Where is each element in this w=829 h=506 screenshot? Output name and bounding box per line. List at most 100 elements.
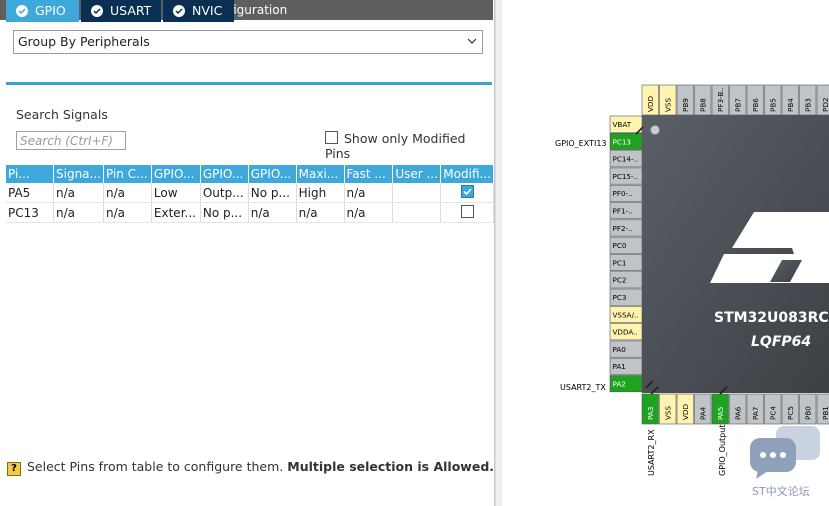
help-icon: ? (7, 462, 21, 476)
pin-label: PC4 (769, 406, 778, 420)
column-header-fast-mode[interactable]: Fast ... (344, 165, 394, 183)
column-header-signal[interactable]: Signa... (53, 165, 104, 183)
tab-underline (6, 82, 492, 85)
footer-bold-text: Multiple selection is Allowed. (287, 459, 495, 474)
pin-label: PA2 (613, 380, 626, 389)
cell: PC13 (6, 202, 54, 223)
show-modified-checkbox[interactable]: Show only Modified Pins (325, 131, 494, 161)
modified-checkbox-checked[interactable] (460, 184, 474, 198)
pin-label: PC15-.. (613, 172, 639, 181)
pin-label: VDD (681, 404, 690, 420)
panel-splitter[interactable] (495, 0, 502, 506)
check-circle-icon (91, 5, 103, 17)
column-header-max-speed[interactable]: Maxi... (296, 165, 345, 183)
pin-label: VSSA/.. (613, 310, 639, 319)
forum-watermark: ST中文论坛 (752, 485, 810, 498)
modified-cell (440, 183, 494, 203)
pin-label: PA5 (716, 407, 725, 420)
cell (392, 183, 442, 203)
pin-label: PF3-B.. (716, 87, 725, 112)
chip-package: LQFP64 (751, 334, 811, 350)
search-signals-label: Search Signals (16, 107, 108, 122)
pin-label: PB6 (751, 98, 760, 112)
pin-label: PF0-.. (613, 189, 633, 198)
pin-label: VBAT (613, 120, 632, 129)
check-circle-icon (16, 5, 28, 17)
signal-label-usart2-rx: USART2_RX (647, 429, 656, 476)
cell: PA5 (6, 183, 54, 203)
modified-checkbox-unchecked[interactable] (460, 204, 474, 218)
column-header-pin-context[interactable]: Pin C... (103, 165, 152, 183)
pin-label: PA7 (751, 407, 760, 420)
signal-label-usart2-tx: USART2_TX (560, 383, 606, 392)
column-header-modified[interactable]: Modifi... (440, 165, 494, 183)
configuration-panel: Configuration Group By Peripherals GPIO … (0, 0, 495, 506)
pin-label: PC14-.. (613, 155, 639, 164)
pinout-view: VBAT PC13 PC14-.. PC15-.. PF0-.. PF1-.. PF2-..… (502, 0, 829, 506)
pin-label: PF1-.. (613, 207, 633, 216)
pin-label: VSS (664, 406, 673, 420)
chip-name: STM32U083RC (714, 310, 829, 326)
tab-nvic[interactable]: NVIC (163, 0, 234, 22)
cell: Low (151, 183, 201, 203)
pin-label: PC0 (613, 241, 627, 250)
show-modified-label: Show only Modified Pins (325, 131, 466, 161)
pin-label: PF2-.. (613, 224, 633, 233)
pin-label: PD2 (821, 98, 829, 112)
pin-label: PA0 (613, 345, 627, 354)
pin-label: VDDA.. (613, 328, 638, 337)
pin-label: PB8 (699, 98, 708, 112)
table-row[interactable]: PA5 n/a n/a Low Outp... No p... High n/a (6, 183, 494, 203)
column-header-gpio-pull[interactable]: GPIO... (248, 165, 297, 183)
forum-chat-icon (750, 426, 820, 479)
footer-text: Select Pins from table to configure them… (27, 459, 288, 474)
cell: High (296, 183, 345, 203)
cell: n/a (103, 202, 152, 223)
column-header-gpio-mode[interactable]: GPIO... (200, 165, 249, 183)
table-row[interactable]: PC13 n/a n/a Exter... No p... n/a n/a n/… (6, 202, 494, 223)
signal-label-gpio-exti13: GPIO_EXTI13 (555, 139, 607, 148)
chevron-down-icon (467, 38, 477, 44)
search-input[interactable]: Search (Ctrl+F) (16, 131, 126, 150)
footer-hint: ? Select Pins from table to configure the… (7, 459, 494, 476)
signal-label-gpio-output: GPIO_Output (718, 424, 727, 476)
pin-label: PC13 (613, 137, 632, 146)
pin-label: PA1 (613, 362, 626, 371)
cell: n/a (248, 202, 297, 223)
pin-label: PB9 (681, 98, 690, 112)
pin-label: PC1 (613, 258, 627, 267)
cell: n/a (344, 183, 394, 203)
pin-label: PA3 (646, 407, 655, 420)
cell: No p... (200, 202, 249, 223)
cell: n/a (344, 202, 394, 223)
cell (392, 202, 442, 223)
pin-label: PB3 (804, 98, 813, 112)
cell: n/a (53, 202, 104, 223)
cell: n/a (103, 183, 152, 203)
cell: Exter... (151, 202, 201, 223)
tab-gpio[interactable]: GPIO (6, 0, 79, 22)
cell: n/a (53, 183, 104, 203)
pin-label: PB1 (821, 406, 829, 420)
pin-label: VSS (664, 98, 673, 112)
tab-usart[interactable]: USART (81, 0, 161, 22)
cell: n/a (296, 202, 345, 223)
pin1-marker (650, 125, 660, 135)
pin-label: PB5 (769, 98, 778, 112)
group-by-value: Group By Peripherals (18, 34, 150, 49)
pin-label: PB4 (786, 98, 795, 112)
group-by-select[interactable]: Group By Peripherals (13, 30, 483, 54)
column-header-user-label[interactable]: User ... (392, 165, 442, 183)
cell: No p... (248, 183, 297, 203)
checkbox-box[interactable] (325, 131, 338, 144)
tab-gpio-label: GPIO (35, 3, 66, 18)
pin-label: PB0 (804, 406, 813, 420)
pin-label: PC2 (613, 276, 627, 285)
tab-nvic-label: NVIC (192, 3, 223, 18)
pin-label: PA6 (734, 406, 743, 420)
check-circle-icon (173, 5, 185, 17)
column-header-pin[interactable]: Pi... (6, 165, 54, 183)
pin-label: PC5 (786, 406, 795, 420)
tab-usart-label: USART (110, 3, 152, 18)
column-header-gpio-output-level[interactable]: GPIO... (151, 165, 201, 183)
